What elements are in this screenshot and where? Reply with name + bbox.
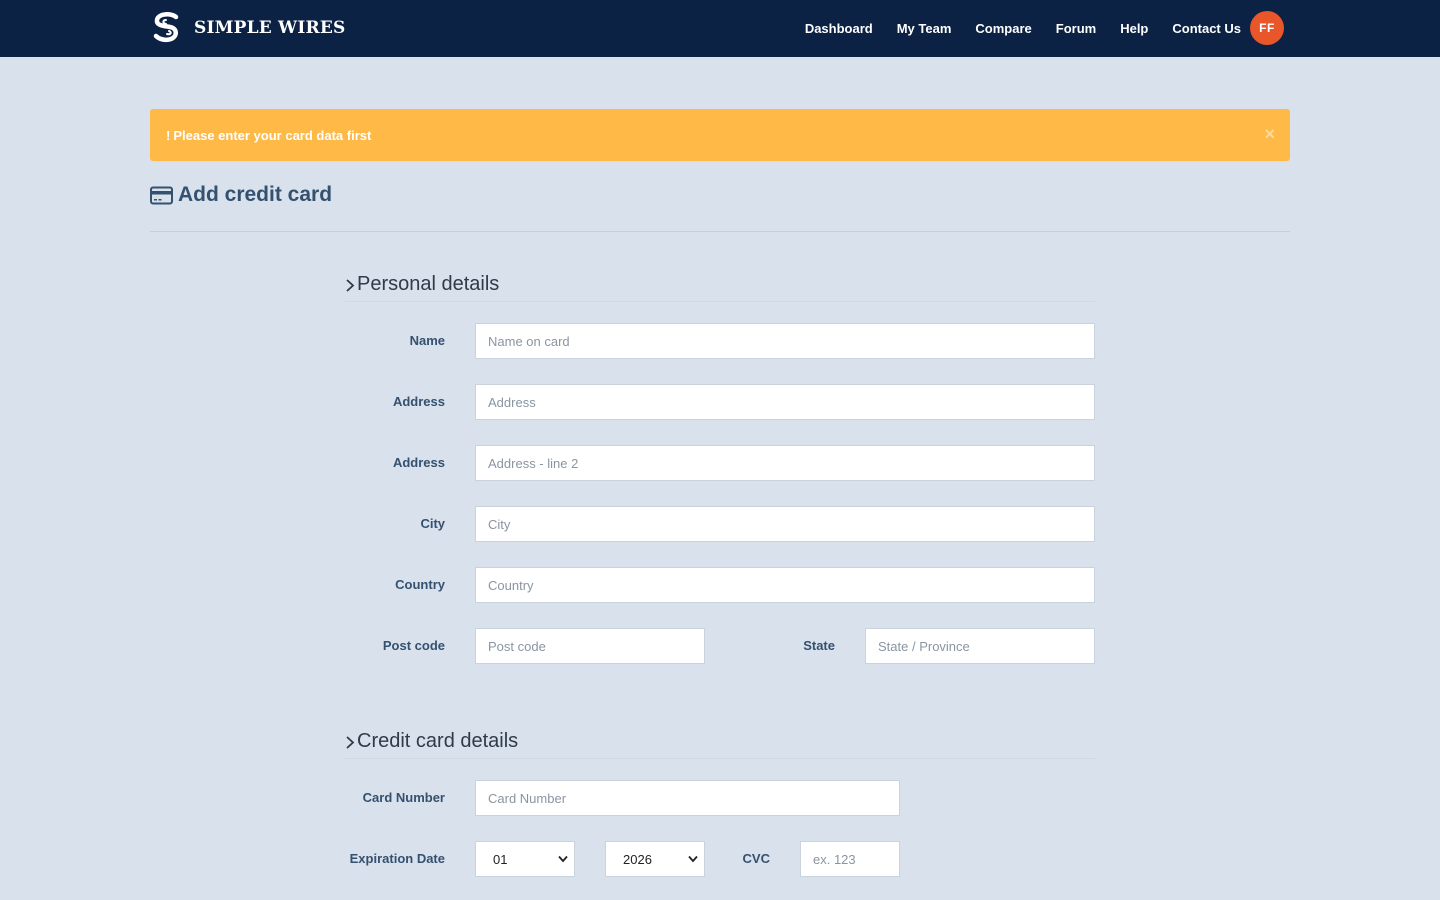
nav-compare[interactable]: Compare — [975, 21, 1031, 36]
city-input[interactable] — [475, 506, 1095, 542]
expiration-month-select[interactable]: 01 — [475, 841, 575, 877]
city-label: City — [420, 516, 445, 531]
expiration-date-label: Expiration Date — [349, 851, 445, 866]
close-icon[interactable]: × — [1264, 125, 1275, 143]
country-input[interactable] — [475, 567, 1095, 603]
cvc-label: CVC — [742, 851, 770, 866]
name-on-card-input[interactable] — [475, 323, 1095, 359]
alert-message: Please enter your card data first — [173, 127, 372, 143]
address-input[interactable] — [475, 384, 1095, 420]
card-number-input[interactable] — [475, 780, 900, 816]
expiration-year-value: 2026 — [623, 851, 652, 867]
brand[interactable]: SIMPLE WIRES — [150, 11, 345, 45]
name-label: Name — [409, 333, 445, 348]
page-title-text: Add credit card — [178, 183, 333, 206]
nav-forum[interactable]: Forum — [1056, 21, 1096, 36]
expiration-month-value: 01 — [493, 851, 508, 867]
state-input[interactable] — [865, 628, 1095, 664]
nav-contact-us[interactable]: Contact Us — [1172, 21, 1241, 36]
address-line-2-input[interactable] — [475, 445, 1095, 481]
credit-card-details-heading: Credit card details — [345, 729, 1095, 759]
user-avatar[interactable]: FF — [1250, 11, 1284, 45]
expiration-year-select[interactable]: 2026 — [605, 841, 705, 877]
post-code-input[interactable] — [475, 628, 705, 664]
main-nav: Dashboard My Team Compare Forum Help Con… — [805, 11, 1284, 45]
title-divider — [150, 231, 1290, 232]
nav-my-team[interactable]: My Team — [897, 21, 952, 36]
post-code-label: Post code — [382, 638, 445, 653]
nav-help[interactable]: Help — [1120, 21, 1148, 36]
card-number-label: Card Number — [362, 790, 445, 805]
cvc-input[interactable] — [800, 841, 900, 877]
chevron-down-icon — [558, 855, 568, 863]
page-title: Add credit card — [150, 183, 332, 207]
credit-card-icon — [150, 186, 173, 204]
address-label: Address — [392, 394, 445, 409]
nav-dashboard[interactable]: Dashboard — [805, 21, 873, 36]
credit-card-details-title: Credit card details — [357, 730, 519, 752]
top-navbar: SIMPLE WIRES Dashboard My Team Compare F… — [0, 0, 1440, 57]
chevron-right-icon — [346, 735, 355, 749]
personal-details-title: Personal details — [357, 273, 500, 295]
chevron-right-icon — [346, 278, 355, 292]
address-line-2-label: Address — [392, 455, 445, 470]
exclamation-icon: ! — [166, 127, 171, 143]
chevron-down-icon — [688, 855, 698, 863]
brand-name: SIMPLE WIRES — [194, 18, 346, 38]
personal-details-heading: Personal details — [345, 272, 1095, 302]
state-label: State — [803, 638, 835, 653]
country-label: Country — [395, 577, 445, 592]
warning-alert: ! Please enter your card data first × — [150, 109, 1290, 161]
simple-wires-logo-icon — [153, 12, 179, 43]
